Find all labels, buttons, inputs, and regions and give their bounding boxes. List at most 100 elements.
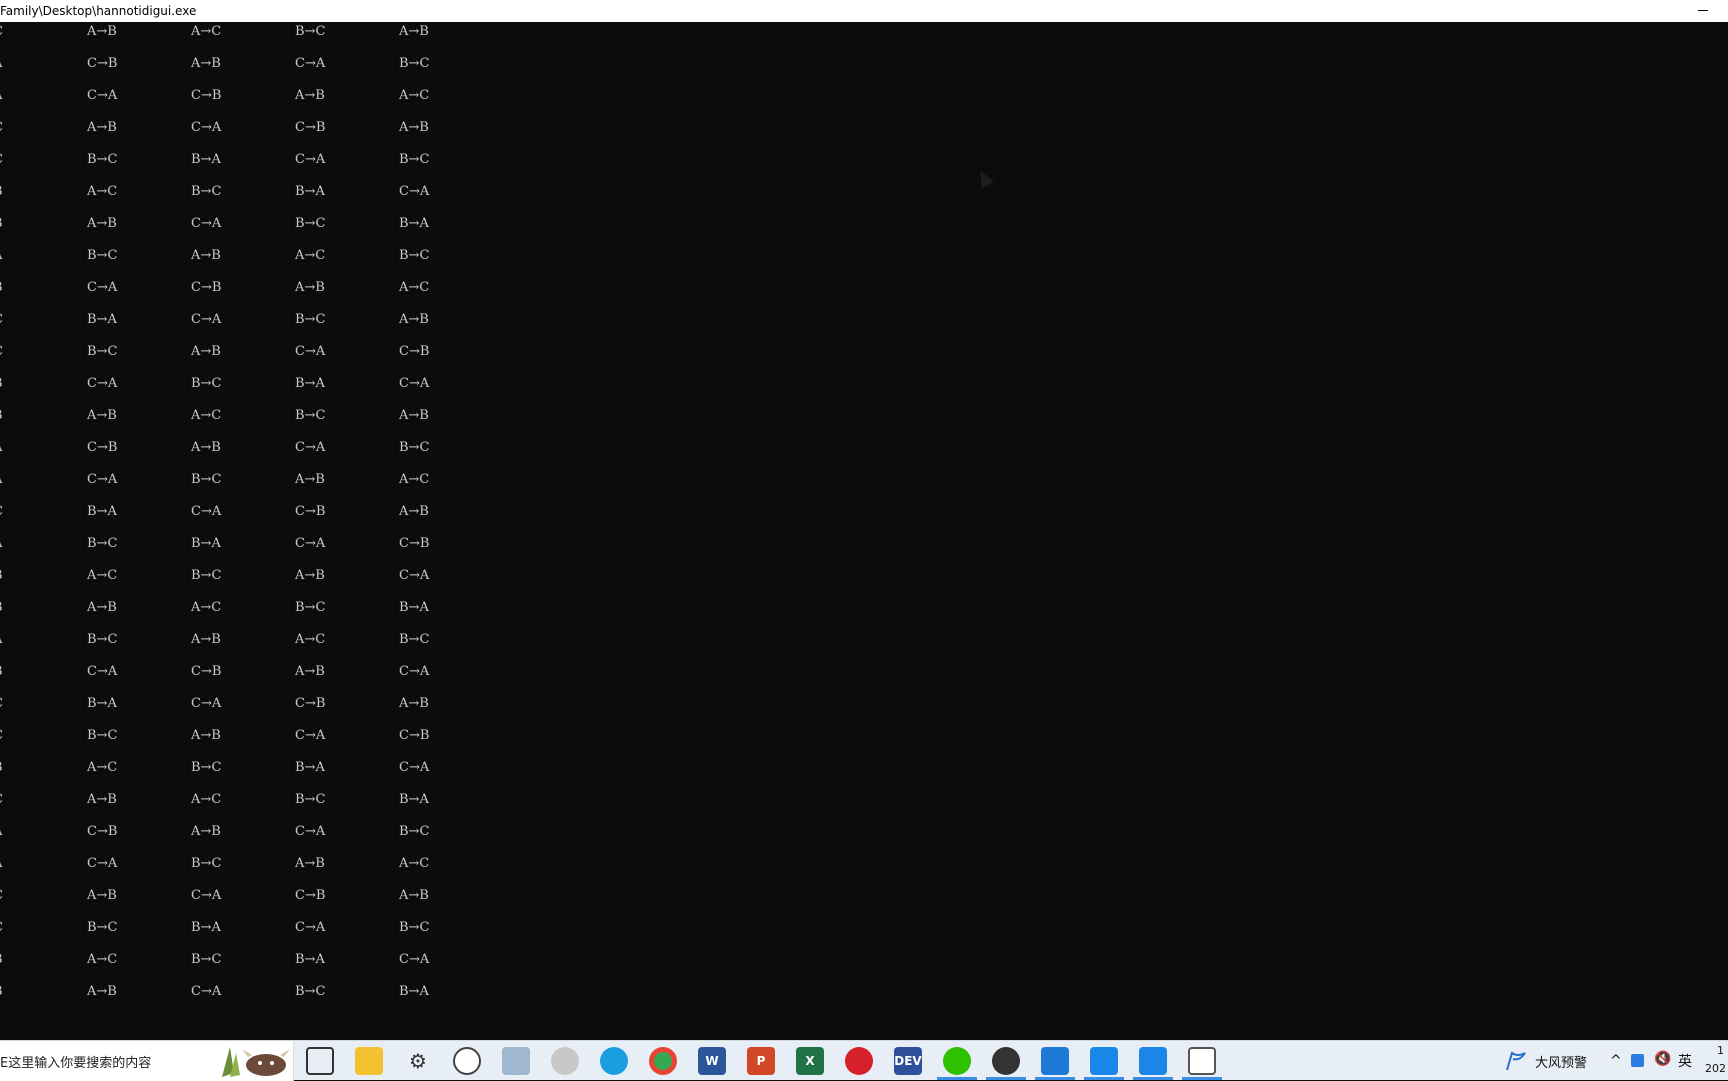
- photos-icon[interactable]: [502, 1047, 530, 1075]
- move-text: B→C: [191, 472, 222, 487]
- task-view-icon[interactable]: [306, 1047, 334, 1075]
- edge-browser-icon[interactable]: [600, 1047, 628, 1075]
- move-text: B→A: [399, 792, 429, 807]
- move-text: B→C: [399, 152, 430, 167]
- move-text: C→A: [399, 760, 430, 775]
- move-text: A→B: [399, 504, 429, 519]
- move-text: B→C: [399, 824, 430, 839]
- move-text: A: [0, 822, 2, 842]
- move-text: B→C: [87, 536, 118, 551]
- move-text: A→B: [295, 88, 325, 103]
- move-text: C: [0, 342, 3, 362]
- move-text: C: [0, 22, 3, 42]
- ime-indicator[interactable]: 英: [1678, 1051, 1692, 1071]
- move-text: B→C: [87, 728, 118, 743]
- move-text: A→B: [191, 56, 221, 71]
- move-text: B→C: [295, 24, 326, 39]
- move-text: B→C: [295, 216, 326, 231]
- move-text: A→B: [295, 856, 325, 871]
- window-titlebar[interactable]: Family\Desktop\hannotidigui.exe: [0, 0, 1728, 22]
- clock-time[interactable]: 1: [1717, 1044, 1724, 1057]
- move-text: B→A: [399, 600, 429, 615]
- move-text: B→C: [191, 856, 222, 871]
- chrome-browser-icon[interactable]: [649, 1047, 677, 1075]
- disc-icon[interactable]: [551, 1047, 579, 1075]
- move-text: A→C: [399, 472, 430, 487]
- file-explorer-icon[interactable]: [355, 1047, 383, 1075]
- wechat-icon[interactable]: [943, 1047, 971, 1075]
- move-text: C→A: [87, 88, 118, 103]
- move-text: C→A: [295, 56, 326, 71]
- move-text: C→B: [295, 504, 326, 519]
- clock-app-icon[interactable]: [453, 1047, 481, 1075]
- move-text: A: [0, 630, 2, 650]
- move-text: B→C: [87, 344, 118, 359]
- move-text: B→A: [295, 376, 325, 391]
- move-text: B→C: [87, 632, 118, 647]
- console-window-icon[interactable]: [1188, 1047, 1216, 1075]
- move-text: B: [0, 374, 3, 394]
- move-text: A→B: [399, 408, 429, 423]
- window-title: Family\Desktop\hannotidigui.exe: [0, 4, 197, 18]
- move-text: B→C: [399, 248, 430, 263]
- move-text: C→A: [295, 152, 326, 167]
- move-text: A: [0, 246, 2, 266]
- move-text: B→A: [191, 920, 221, 935]
- mountain-app-icon[interactable]: [1041, 1047, 1069, 1075]
- app-icon-label: W: [705, 1054, 719, 1068]
- move-text: B: [0, 566, 3, 586]
- move-text: B→A: [87, 504, 117, 519]
- chevron-up-icon[interactable]: ^: [1610, 1053, 1622, 1069]
- move-text: A→B: [191, 632, 221, 647]
- move-text: C→A: [191, 984, 222, 999]
- move-text: C→A: [87, 856, 118, 871]
- move-text: C→A: [87, 280, 118, 295]
- move-text: C→A: [295, 920, 326, 935]
- move-text: A→B: [87, 792, 117, 807]
- move-text: A→B: [399, 24, 429, 39]
- move-text: B→A: [87, 696, 117, 711]
- word-icon[interactable]: W: [698, 1047, 726, 1075]
- move-text: B→C: [399, 56, 430, 71]
- volume-muted-icon[interactable]: 🔇: [1654, 1051, 1671, 1067]
- move-text: A→B: [87, 408, 117, 423]
- move-text: A→C: [87, 568, 118, 583]
- move-text: A→B: [399, 312, 429, 327]
- minimize-button[interactable]: [1694, 0, 1712, 22]
- move-text: A: [0, 854, 2, 874]
- move-text: C→B: [399, 344, 430, 359]
- move-text: C→A: [191, 504, 222, 519]
- move-text: C→A: [399, 952, 430, 967]
- move-text: A→B: [295, 280, 325, 295]
- move-text: B→C: [87, 248, 118, 263]
- powerpoint-icon[interactable]: P: [747, 1047, 775, 1075]
- move-text: C: [0, 790, 3, 810]
- arrow-app-2-icon[interactable]: [1139, 1047, 1167, 1075]
- arrow-app-icon[interactable]: [1090, 1047, 1118, 1075]
- weather-flag-icon[interactable]: [1504, 1051, 1526, 1071]
- move-text: C→B: [87, 56, 118, 71]
- move-text: B→C: [191, 952, 222, 967]
- netease-music-icon[interactable]: [845, 1047, 873, 1075]
- weather-alert-text[interactable]: 大风预警: [1535, 1052, 1587, 1071]
- move-text: C→A: [87, 472, 118, 487]
- move-text: A→B: [295, 472, 325, 487]
- settings-gear-icon[interactable]: ⚙: [404, 1047, 432, 1075]
- taskbar: E这里输入你要搜索的内容 ⚙ W P X DEV 大风预警 ^ 🔇 英 1 202: [0, 1040, 1728, 1081]
- obs-record-icon[interactable]: [992, 1047, 1020, 1075]
- network-icon[interactable]: [1631, 1054, 1644, 1067]
- move-text: B→C: [295, 312, 326, 327]
- move-text: C→B: [399, 536, 430, 551]
- move-text: C→B: [295, 120, 326, 135]
- move-text: A→C: [295, 248, 326, 263]
- taskbar-search-box[interactable]: E这里输入你要搜索的内容: [0, 1041, 294, 1081]
- move-text: A→B: [295, 664, 325, 679]
- dev-cpp-icon[interactable]: DEV: [894, 1047, 922, 1075]
- clock-date[interactable]: 202: [1705, 1062, 1726, 1075]
- excel-icon[interactable]: X: [796, 1047, 824, 1075]
- move-text: B: [0, 950, 3, 970]
- console-output[interactable]: C A→B A→C B→C A→B A C→B A→B C→A B→C A C→A C→B A→B A→C C…: [0, 22, 1728, 1040]
- move-text: A→B: [399, 696, 429, 711]
- move-text: B→C: [399, 632, 430, 647]
- move-text: A→C: [191, 792, 222, 807]
